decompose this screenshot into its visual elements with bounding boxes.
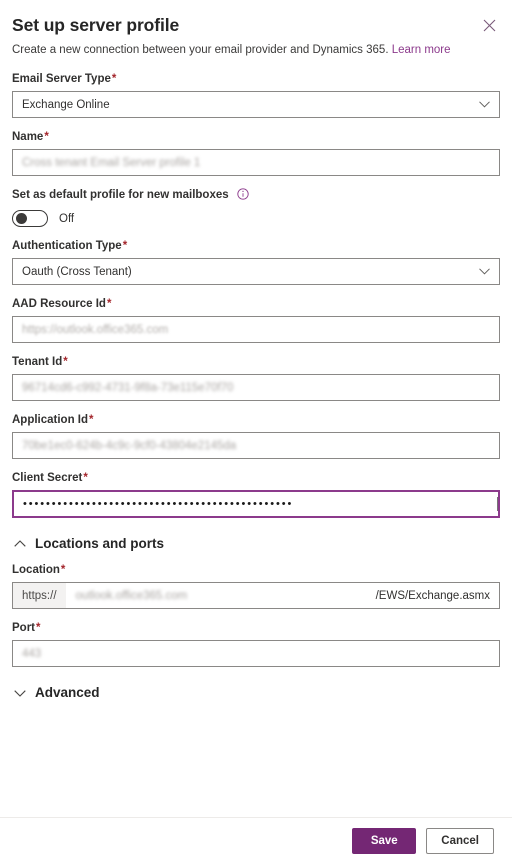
info-icon[interactable]: [237, 188, 249, 200]
label-aad-resource-id: AAD Resource Id*: [12, 297, 500, 312]
field-tenant-id: Tenant Id* 96714cd6-c992-4731-9f8a-73e11…: [12, 355, 500, 401]
field-port: Port* 443: [12, 621, 500, 667]
authentication-type-value: Oauth (Cross Tenant): [22, 265, 132, 278]
text-caret: [497, 497, 498, 511]
default-profile-toggle[interactable]: [12, 210, 48, 227]
required-marker: *: [63, 356, 68, 368]
subtitle-text: Create a new connection between your ema…: [12, 44, 389, 56]
default-profile-toggle-row: Off: [12, 210, 500, 227]
label-text: Set as default profile for new mailboxes: [12, 189, 229, 201]
chevron-up-icon: [12, 539, 28, 548]
application-id-input[interactable]: 70be1ec0-624b-4c9c-9cf0-43804e2145da: [12, 432, 500, 459]
port-value: 443: [22, 647, 42, 660]
dialog-header: Set up server profile Create a new conne…: [0, 0, 512, 58]
port-input[interactable]: 443: [12, 640, 500, 667]
field-name: Name* Cross tenant Email Server profile …: [12, 130, 500, 176]
section-title: Locations and ports: [35, 536, 165, 551]
chevron-down-icon: [12, 689, 28, 697]
label-name: Name*: [12, 130, 500, 145]
label-tenant-id: Tenant Id*: [12, 355, 500, 370]
field-application-id: Application Id* 70be1ec0-624b-4c9c-9cf0-…: [12, 413, 500, 459]
client-secret-value: ••••••••••••••••••••••••••••••••••••••••…: [23, 498, 294, 510]
required-marker: *: [89, 414, 94, 426]
label-client-secret: Client Secret*: [12, 471, 500, 486]
label-text: Email Server Type: [12, 73, 111, 85]
aad-resource-id-input[interactable]: https://outlook.office365.com: [12, 316, 500, 343]
required-marker: *: [60, 564, 66, 576]
label-port: Port*: [12, 621, 500, 636]
label-text: Tenant Id: [12, 356, 63, 368]
required-marker: *: [36, 622, 41, 634]
location-value: outlook.office365.com: [75, 589, 188, 602]
section-title: Advanced: [35, 685, 100, 700]
save-button[interactable]: Save: [352, 828, 417, 854]
name-value: Cross tenant Email Server profile 1: [22, 156, 201, 169]
field-email-server-type: Email Server Type* Exchange Online: [12, 72, 500, 118]
label-default-profile: Set as default profile for new mailboxes: [12, 188, 500, 203]
email-server-type-dropdown[interactable]: Exchange Online: [12, 91, 500, 118]
label-text: Client Secret: [12, 472, 83, 484]
label-text: Authentication Type: [12, 240, 122, 252]
dialog-footer: Save Cancel: [0, 817, 512, 864]
toggle-knob: [16, 213, 27, 224]
label-application-id: Application Id*: [12, 413, 500, 428]
authentication-type-dropdown[interactable]: Oauth (Cross Tenant): [12, 258, 500, 285]
location-input-group[interactable]: https:// outlook.office365.com /EWS/Exch…: [12, 582, 500, 609]
label-email-server-type: Email Server Type*: [12, 72, 500, 87]
name-input[interactable]: Cross tenant Email Server profile 1: [12, 149, 500, 176]
location-prefix: https://: [13, 583, 67, 608]
field-client-secret: Client Secret* •••••••••••••••••••••••••…: [12, 471, 500, 518]
required-marker: *: [44, 131, 49, 143]
close-icon: [483, 19, 496, 32]
tenant-id-input[interactable]: 96714cd6-c992-4731-9f8a-73e115e70f70: [12, 374, 500, 401]
field-aad-resource-id: AAD Resource Id* https://outlook.office3…: [12, 297, 500, 343]
label-text: Location: [12, 564, 60, 576]
chevron-down-icon: [479, 101, 499, 108]
tenant-id-value: 96714cd6-c992-4731-9f8a-73e115e70f70: [22, 381, 234, 394]
label-location: Location*: [12, 563, 500, 578]
toggle-state-label: Off: [59, 212, 75, 225]
chevron-down-icon: [479, 268, 499, 275]
label-text: Port: [12, 622, 35, 634]
email-server-type-value: Exchange Online: [22, 98, 110, 111]
label-authentication-type: Authentication Type*: [12, 239, 500, 254]
page-title: Set up server profile: [12, 15, 180, 35]
section-advanced[interactable]: Advanced: [12, 685, 500, 700]
dialog-subtitle: Create a new connection between your ema…: [12, 43, 500, 58]
close-button[interactable]: [476, 12, 502, 38]
label-text: AAD Resource Id: [12, 298, 106, 310]
required-marker: *: [111, 73, 117, 85]
required-marker: *: [122, 240, 128, 252]
cancel-button[interactable]: Cancel: [426, 828, 494, 854]
set-up-server-profile-dialog: Set up server profile Create a new conne…: [0, 0, 512, 864]
section-locations-and-ports[interactable]: Locations and ports: [12, 536, 500, 551]
client-secret-input[interactable]: ••••••••••••••••••••••••••••••••••••••••…: [12, 490, 500, 518]
form-area: Email Server Type* Exchange Online Name*…: [0, 58, 512, 817]
field-location: Location* https:// outlook.office365.com…: [12, 563, 500, 609]
label-text: Application Id: [12, 414, 89, 426]
application-id-value: 70be1ec0-624b-4c9c-9cf0-43804e2145da: [22, 439, 237, 452]
required-marker: *: [83, 472, 88, 484]
field-default-profile: Set as default profile for new mailboxes…: [12, 188, 500, 227]
field-authentication-type: Authentication Type* Oauth (Cross Tenant…: [12, 239, 500, 285]
location-suffix: /EWS/Exchange.asmx: [366, 583, 499, 608]
label-text: Name: [12, 131, 44, 143]
learn-more-link[interactable]: Learn more: [392, 44, 451, 56]
aad-resource-id-value: https://outlook.office365.com: [22, 323, 169, 336]
required-marker: *: [106, 298, 112, 310]
